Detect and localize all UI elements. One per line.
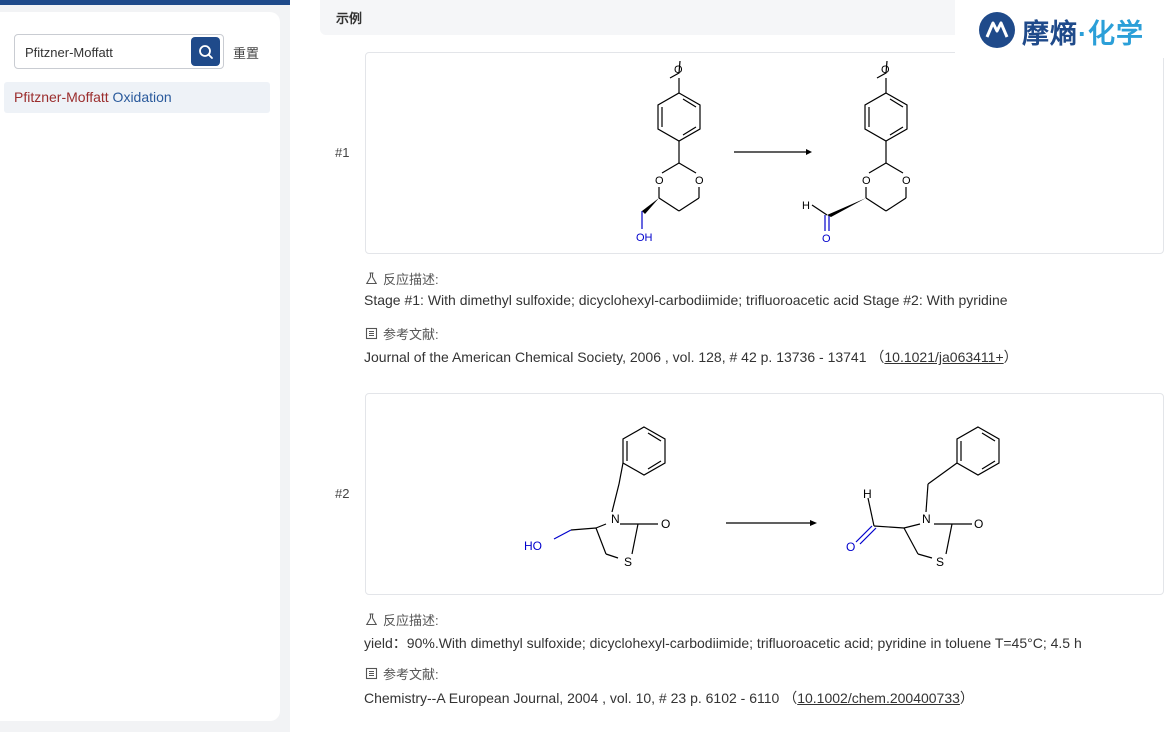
main-content: 示例 #1 O O O OH O O O H O 反应描述: Stage #1:… — [290, 0, 1166, 732]
atom-label: N — [922, 512, 931, 526]
reference-text: Journal of the American Chemical Society… — [364, 347, 1018, 367]
reference-label-text: 参考文献: — [383, 667, 439, 682]
atom-label: O — [881, 64, 890, 76]
reference-text: Chemistry--A European Journal, 2004 , vo… — [364, 688, 974, 708]
reset-button[interactable]: 重置 — [233, 43, 259, 62]
example-index: #1 — [335, 145, 350, 160]
brand-mark-icon — [979, 12, 1015, 48]
reference-label: 参考文献: — [365, 664, 439, 683]
atom-label: S — [936, 555, 944, 569]
search-input[interactable] — [25, 43, 185, 61]
atom-label: O — [674, 64, 683, 76]
reference-label: 参考文献: — [365, 324, 439, 343]
doi-link[interactable]: 10.1021/ja063411+ — [884, 349, 1003, 365]
doi-link[interactable]: 10.1002/chem.200400733 — [797, 690, 960, 706]
brand-name-sep: · — [1078, 19, 1088, 49]
brand-logo: 摩熵·化学 — [955, 0, 1166, 58]
reaction-description: yield：90%.With dimethyl sulfoxide; dicyc… — [364, 635, 1082, 651]
reaction-card: O O O OH O O O H O — [365, 52, 1164, 254]
reaction-description-label: 反应描述: — [365, 269, 439, 288]
description-label-text: 反应描述: — [383, 272, 439, 287]
search-box — [14, 34, 224, 69]
atom-label: O — [902, 175, 911, 187]
description-label-text: 反应描述: — [383, 613, 439, 628]
search-button[interactable] — [191, 37, 220, 66]
flask-icon — [365, 272, 378, 285]
result-item-pfitzner-moffatt[interactable]: Pfitzner-Moffatt Oxidation — [4, 82, 270, 113]
atom-label: O — [822, 233, 831, 245]
reference-citation: Journal of the American Chemical Society… — [364, 349, 867, 365]
document-icon — [365, 667, 378, 680]
reference-citation: Chemistry--A European Journal, 2004 , vo… — [364, 690, 780, 706]
sidebar: 重置 Pfitzner-Moffatt Oxidation — [0, 12, 280, 721]
document-icon — [365, 327, 378, 340]
atom-label: O — [862, 175, 871, 187]
brand-name: 摩熵·化学 — [1022, 12, 1144, 51]
reaction-scheme-image: O O O OH O O O H O — [636, 60, 911, 245]
reaction-card: N O S HO N O S H O — [365, 393, 1164, 595]
doi-close-paren: ） — [1003, 349, 1018, 365]
atom-label: H — [863, 487, 872, 501]
example-index: #2 — [335, 486, 350, 501]
atom-label: H — [802, 200, 810, 212]
atom-label: O — [695, 175, 704, 187]
search-icon — [198, 44, 213, 59]
doi-open-paren: （ — [783, 690, 798, 706]
brand-name-main: 摩熵 — [1022, 19, 1078, 49]
result-rest: Oxidation — [108, 89, 172, 105]
result-highlight: Pfitzner-Moffatt — [14, 89, 109, 105]
flask-icon — [365, 613, 378, 626]
doi-close-paren: ） — [959, 690, 974, 706]
atom-label: N — [611, 512, 620, 526]
doi-open-paren: （ — [870, 349, 885, 365]
atom-label: O — [974, 517, 983, 531]
reaction-description-label: 反应描述: — [365, 610, 439, 629]
atom-label: HO — [524, 539, 542, 553]
reaction-scheme-image: N O S HO N O S H O — [524, 426, 1000, 569]
section-title: 示例 — [336, 11, 363, 26]
atom-label: O — [661, 517, 670, 531]
atom-label: OH — [636, 232, 653, 244]
brand-name-accent: 化学 — [1088, 19, 1144, 49]
atom-label: S — [624, 555, 632, 569]
reference-label-text: 参考文献: — [383, 327, 439, 342]
atom-label: O — [655, 175, 664, 187]
reaction-description: Stage #1: With dimethyl sulfoxide; dicyc… — [364, 292, 1008, 308]
atom-label: O — [846, 540, 855, 554]
